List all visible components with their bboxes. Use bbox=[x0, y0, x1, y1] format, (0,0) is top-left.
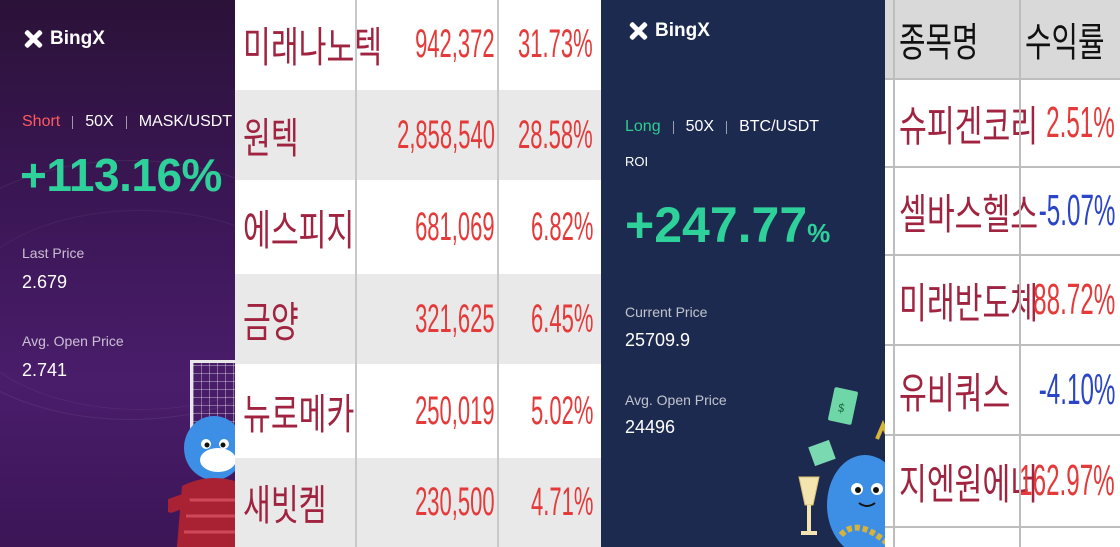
bingx-x-icon bbox=[627, 22, 649, 40]
stock-rate: 4.71% bbox=[530, 480, 593, 524]
stock-table-left: 미래나노텍 942,372 31.73% 원텍 2,858,540 28.58%… bbox=[235, 0, 601, 547]
pnl-percent: +113.16% bbox=[20, 149, 222, 201]
stock-price: 681,069 bbox=[415, 204, 495, 249]
stock-price: 250,019 bbox=[415, 388, 495, 433]
stock-name: 지엔원에너 bbox=[899, 459, 1039, 509]
stock-rate: 6.82% bbox=[530, 204, 593, 249]
column-divider bbox=[497, 0, 499, 547]
return-rate: 88.72% bbox=[1032, 275, 1115, 324]
column-divider bbox=[893, 0, 895, 547]
roi-value: +247.77% bbox=[625, 196, 830, 254]
stock-price: 942,372 bbox=[415, 21, 495, 66]
stock-name: 원텍 bbox=[243, 113, 299, 163]
row-divider bbox=[885, 166, 1120, 168]
table-row: 원텍 2,858,540 28.58% bbox=[235, 90, 601, 180]
bingx-x-icon bbox=[22, 30, 44, 48]
roi-label: ROI bbox=[625, 154, 649, 169]
divider bbox=[125, 115, 127, 129]
leverage: 50X bbox=[685, 118, 715, 135]
avg-open-price-value: 24496 bbox=[625, 417, 676, 437]
brand-name: BingX bbox=[50, 28, 105, 49]
roi-number: +247.77 bbox=[625, 197, 808, 253]
table-row: 새빗켐 230,500 4.71% bbox=[235, 458, 601, 547]
avg-open-price-label: Avg. Open Price bbox=[625, 392, 727, 408]
mascot-with-champagne-illustration: $ bbox=[798, 387, 885, 547]
stock-name: 유비쿼스 bbox=[899, 368, 1011, 418]
stock-price: 2,858,540 bbox=[397, 112, 495, 157]
divider bbox=[726, 120, 728, 134]
stock-price: 230,500 bbox=[415, 480, 495, 524]
table-row: 슈피겐코리 2.51% bbox=[885, 80, 1120, 166]
divider bbox=[72, 115, 74, 129]
row-divider bbox=[885, 526, 1120, 528]
position-side: Long bbox=[625, 118, 661, 135]
stock-name: 뉴로메카 bbox=[243, 389, 355, 439]
return-rate: -4.10% bbox=[1038, 365, 1115, 414]
row-divider bbox=[885, 254, 1120, 256]
stock-name: 새빗켐 bbox=[243, 481, 327, 530]
last-price-value: 2.679 bbox=[22, 272, 68, 292]
stock-name: 미래반도체 bbox=[899, 278, 1039, 328]
roi-unit: % bbox=[807, 218, 831, 248]
stock-rate: 5.02% bbox=[530, 388, 593, 433]
return-rate: 2.51% bbox=[1046, 98, 1115, 147]
position-info: Long 50X BTC/USDT bbox=[625, 118, 819, 136]
table-row: 금양 321,625 6.45% bbox=[235, 274, 601, 364]
current-price-label: Current Price bbox=[625, 304, 708, 320]
short-position-card: BingX Short 50X MASK/USDT +113.16% Last … bbox=[0, 0, 235, 547]
last-price-label: Last Price bbox=[22, 245, 85, 261]
row-divider bbox=[885, 78, 1120, 80]
stock-price: 321,625 bbox=[415, 296, 495, 341]
stock-rate: 6.45% bbox=[530, 296, 593, 341]
stock-rate: 31.73% bbox=[518, 21, 593, 66]
stock-table-right: 종목명 수익률 슈피겐코리 2.51% 셀바스헬스 -5.07% 미래반도체 8… bbox=[885, 0, 1120, 547]
leverage: 50X bbox=[85, 113, 114, 130]
bingx-logo: BingX bbox=[627, 20, 710, 42]
table-row-spacer bbox=[885, 526, 1120, 547]
bingx-logo: BingX bbox=[22, 28, 105, 50]
divider bbox=[672, 120, 674, 134]
stock-name: 슈피겐코리 bbox=[899, 101, 1039, 151]
table-row: 미래반도체 88.72% bbox=[885, 256, 1120, 344]
table-row: 뉴로메카 250,019 5.02% bbox=[235, 366, 601, 456]
return-rate: 162.97% bbox=[1019, 456, 1115, 505]
header-stock-name: 종목명 bbox=[899, 20, 979, 66]
table-row: 지엔원에너 162.97% bbox=[885, 436, 1120, 526]
trading-pair: MASK/USDT bbox=[138, 113, 233, 130]
header-return-rate: 수익률 bbox=[1025, 20, 1105, 66]
position-info: Short 50X MASK/USDT bbox=[22, 113, 232, 131]
stock-name: 미래나노텍 bbox=[243, 22, 383, 72]
long-position-card: BingX Long 50X BTC/USDT ROI +247.77% Cur… bbox=[601, 0, 885, 547]
table-header: 종목명 수익률 bbox=[885, 0, 1120, 78]
table-row: 미래나노텍 942,372 31.73% bbox=[235, 0, 601, 88]
table-row: 에스피지 681,069 6.82% bbox=[235, 182, 601, 272]
table-row: 유비쿼스 -4.10% bbox=[885, 346, 1120, 434]
stock-name: 에스피지 bbox=[243, 205, 355, 255]
position-side: Short bbox=[22, 113, 61, 130]
return-rate: -5.07% bbox=[1038, 186, 1115, 235]
stock-rate: 28.58% bbox=[518, 112, 593, 157]
row-divider bbox=[885, 434, 1120, 436]
column-divider bbox=[355, 0, 357, 547]
mascot-illustration bbox=[168, 416, 235, 547]
avg-open-price-label: Avg. Open Price bbox=[22, 333, 124, 349]
column-divider bbox=[1019, 0, 1021, 547]
brand-name: BingX bbox=[655, 20, 710, 41]
trading-pair: BTC/USDT bbox=[739, 118, 820, 135]
current-price-value: 25709.9 bbox=[625, 330, 691, 350]
stock-name: 금양 bbox=[243, 297, 299, 347]
avg-open-price-value: 2.741 bbox=[22, 360, 68, 380]
table-row: 셀바스헬스 -5.07% bbox=[885, 168, 1120, 254]
row-divider bbox=[885, 344, 1120, 346]
stock-name: 셀바스헬스 bbox=[899, 189, 1039, 239]
